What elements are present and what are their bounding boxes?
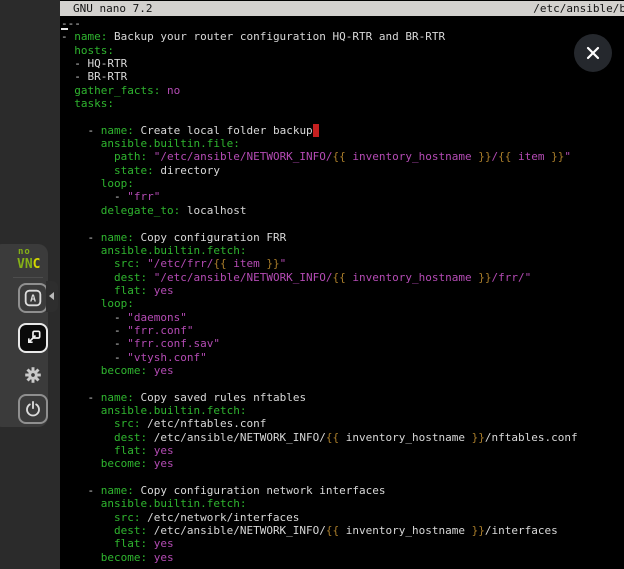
- code-line: delegate_to: localhost: [61, 204, 578, 217]
- code-line: become: yes: [61, 364, 578, 377]
- code-line: - name: Copy configuration FRR: [61, 231, 578, 244]
- close-icon: [584, 44, 602, 62]
- close-button[interactable]: [574, 34, 612, 72]
- code-line: - "daemons": [61, 311, 578, 324]
- keyboard-button[interactable]: A: [18, 283, 48, 313]
- code-line: loop:: [61, 297, 578, 310]
- code-line: src: /etc/nftables.conf: [61, 417, 578, 430]
- code-line: state: directory: [61, 164, 578, 177]
- code-line: [61, 471, 578, 484]
- code-line: ansible.builtin.file:: [61, 137, 578, 150]
- code-line: ---: [61, 17, 578, 30]
- code-line: - name: Copy configuration network inter…: [61, 484, 578, 497]
- code-line: gather_facts: no: [61, 84, 578, 97]
- app-title: GNU nano 7.2: [73, 1, 152, 16]
- editor[interactable]: ---- name: Backup your router configurat…: [61, 17, 578, 564]
- keyboard-icon: A: [22, 287, 44, 309]
- code-line: tasks:: [61, 97, 578, 110]
- code-line: src: "/etc/frr/{{ item }}": [61, 257, 578, 270]
- code-line: loop:: [61, 177, 578, 190]
- gear-icon: [22, 364, 44, 386]
- code-line: [61, 217, 578, 230]
- code-line: - BR-RTR: [61, 70, 578, 83]
- code-line: ansible.builtin.fetch:: [61, 404, 578, 417]
- panel-handle[interactable]: [46, 281, 58, 312]
- code-line: - name: Create local folder backup: [61, 124, 578, 137]
- code-line: dest: /etc/ansible/NETWORK_INFO/{{ inven…: [61, 524, 578, 537]
- code-line: flat: yes: [61, 444, 578, 457]
- code-line: ansible.builtin.fetch:: [61, 244, 578, 257]
- code-line: become: yes: [61, 551, 578, 564]
- nano-titlebar: GNU nano 7.2 /etc/ansible/b: [60, 1, 624, 16]
- fullscreen-button[interactable]: [18, 323, 48, 353]
- novnc-logo: no VNC: [17, 248, 45, 271]
- code-line: ansible.builtin.fetch:: [61, 497, 578, 510]
- collapse-arrow-icon: [49, 292, 54, 300]
- code-line: dest: "/etc/ansible/NETWORK_INFO/{{ inve…: [61, 271, 578, 284]
- code-line: - "vtysh.conf": [61, 351, 578, 364]
- vnc-control-bar: no VNC A: [0, 244, 48, 427]
- code-line: - "frr.conf": [61, 324, 578, 337]
- code-line: hosts:: [61, 44, 578, 57]
- code-line: - HQ-RTR: [61, 57, 578, 70]
- code-line: flat: yes: [61, 284, 578, 297]
- code-line: path: "/etc/ansible/NETWORK_INFO/{{ inve…: [61, 150, 578, 163]
- code-line: src: /etc/network/interfaces: [61, 511, 578, 524]
- svg-text:A: A: [30, 294, 36, 305]
- code-line: dest: /etc/ansible/NETWORK_INFO/{{ inven…: [61, 431, 578, 444]
- code-line: [61, 110, 578, 123]
- power-icon: [23, 399, 43, 419]
- fullscreen-icon: [23, 328, 43, 348]
- code-line: - "frr.conf.sav": [61, 337, 578, 350]
- code-line: - "frr": [61, 190, 578, 203]
- novnc-logo-top: no: [18, 248, 45, 257]
- logo-divider: [13, 277, 43, 278]
- code-line: - name: Copy saved rules nftables: [61, 391, 578, 404]
- code-line: [61, 377, 578, 390]
- code-line: - name: Backup your router configuration…: [61, 30, 578, 43]
- terminal-window[interactable]: GNU nano 7.2 /etc/ansible/b ---- name: B…: [60, 0, 624, 569]
- settings-button[interactable]: [18, 360, 48, 390]
- code-line: become: yes: [61, 457, 578, 470]
- file-path: /etc/ansible/b: [533, 1, 624, 16]
- novnc-logo-main: VNC: [17, 258, 45, 271]
- code-line: flat: yes: [61, 537, 578, 550]
- power-button[interactable]: [18, 394, 48, 424]
